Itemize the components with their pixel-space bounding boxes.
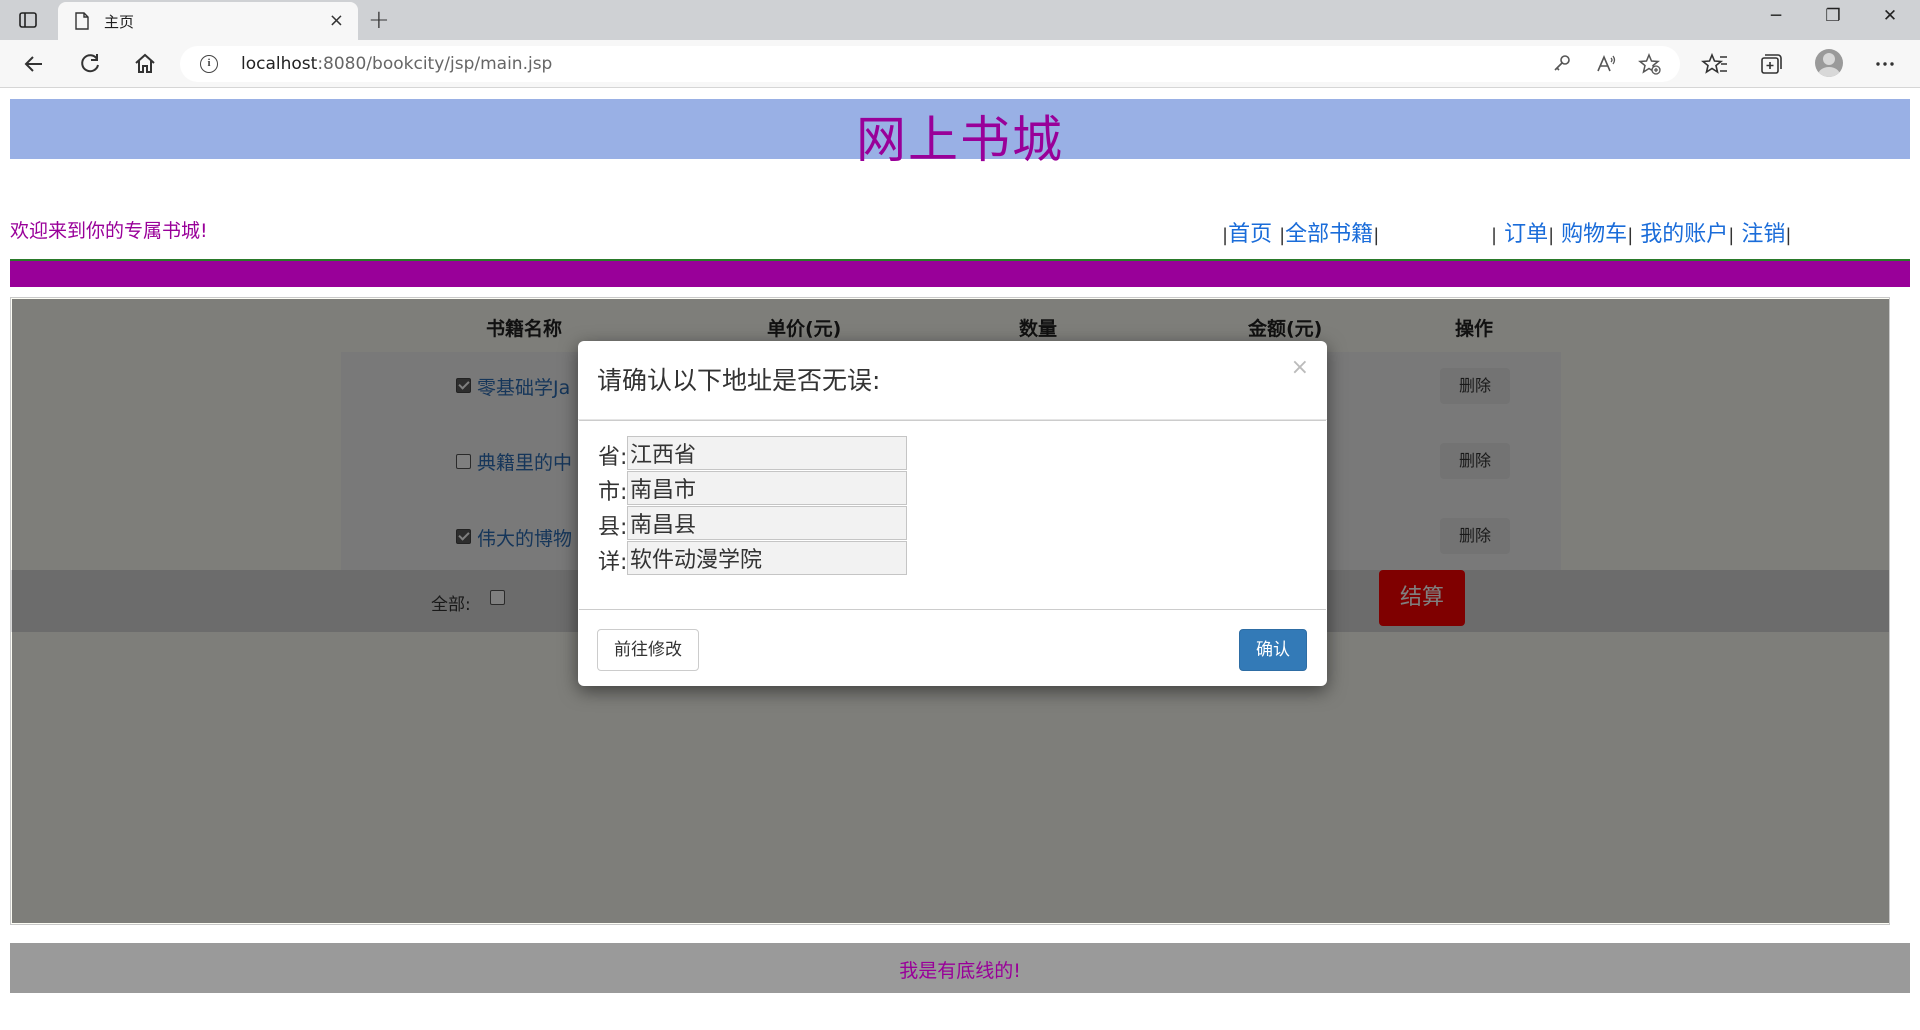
nav-link-cart[interactable]: 购物车 <box>1561 222 1627 247</box>
city-label: 市: <box>598 480 628 505</box>
back-arrow-icon[interactable] <box>20 50 48 78</box>
dialog-body: 省: 市: 县: 详: <box>579 420 1326 610</box>
province-field[interactable] <box>627 436 907 470</box>
nav-link-logout[interactable]: 注销 <box>1741 222 1785 247</box>
edit-address-button[interactable]: 前往修改 <box>597 629 699 671</box>
browser-tab-active[interactable]: 主页 × <box>58 2 358 40</box>
site-info-icon[interactable]: i <box>200 55 218 73</box>
page-content: 网上书城 欢迎来到你的专属书城! |首页 |全部书籍| | 订单| 购物车| 我… <box>0 89 1920 1030</box>
footer-text: 我是有底线的! <box>899 960 1021 982</box>
site-footer: 我是有底线的! <box>10 943 1910 993</box>
profile-avatar[interactable] <box>1815 49 1843 77</box>
new-tab-button[interactable]: + <box>368 5 390 35</box>
nav-separator: | <box>1627 225 1634 246</box>
restore-button[interactable]: ❐ <box>1813 6 1853 34</box>
nav-separator: | <box>1373 225 1380 246</box>
home-icon[interactable] <box>131 50 159 78</box>
collections-icon[interactable] <box>1756 50 1784 78</box>
detail-label: 详: <box>598 550 628 575</box>
tab-title: 主页 <box>104 13 135 31</box>
detail-address-field[interactable] <box>627 541 907 575</box>
url-host: localhost <box>241 54 318 74</box>
browser-tab-bar: 主页 × + ─ ❐ ✕ <box>0 0 1920 40</box>
add-favorite-icon[interactable] <box>1638 52 1662 76</box>
refresh-icon[interactable] <box>76 50 104 78</box>
nav-separator: | <box>1491 225 1498 246</box>
nav-group-primary: |首页 |全部书籍| <box>1222 216 1379 248</box>
province-label: 省: <box>598 445 628 470</box>
site-header: 网上书城 <box>10 99 1910 169</box>
tab-close-icon[interactable]: × <box>329 10 344 31</box>
page-icon <box>75 12 89 30</box>
favorites-icon[interactable] <box>1701 50 1729 78</box>
divider-bar <box>10 259 1910 287</box>
county-label: 县: <box>598 515 628 540</box>
address-confirm-dialog: 请确认以下地址是否无误: × 省: 市: 县: 详: 前往修改 确认 <box>578 341 1327 686</box>
nav-separator: | <box>1785 225 1792 246</box>
nav-separator: | <box>1728 225 1735 246</box>
browser-toolbar: i localhost:8080/bookcity/jsp/main.jsp <box>0 40 1920 88</box>
more-options-icon[interactable] <box>1871 50 1899 78</box>
welcome-text: 欢迎来到你的专属书城! <box>10 220 208 242</box>
confirm-button[interactable]: 确认 <box>1239 629 1307 671</box>
nav-separator: | <box>1548 225 1555 246</box>
nav-link-account[interactable]: 我的账户 <box>1640 222 1728 247</box>
close-window-button[interactable]: ✕ <box>1870 6 1910 34</box>
county-field[interactable] <box>627 506 907 540</box>
key-icon[interactable] <box>1550 52 1574 76</box>
nav-link-orders[interactable]: 订单 <box>1504 222 1548 247</box>
site-title: 网上书城 <box>856 111 1064 169</box>
nav-link-all-books[interactable]: 全部书籍 <box>1285 222 1373 247</box>
nav-link-home[interactable]: 首页 <box>1228 222 1272 247</box>
url-text[interactable]: localhost:8080/bookcity/jsp/main.jsp <box>241 54 552 74</box>
minimize-button[interactable]: ─ <box>1756 6 1796 34</box>
read-aloud-icon[interactable] <box>1594 52 1618 76</box>
url-path: :8080/bookcity/jsp/main.jsp <box>317 54 553 74</box>
dialog-title: 请确认以下地址是否无误: <box>597 366 881 395</box>
tab-actions-icon[interactable] <box>18 10 38 30</box>
address-bar[interactable]: i localhost:8080/bookcity/jsp/main.jsp <box>180 46 1680 82</box>
nav-group-secondary: | 订单| 购物车| 我的账户| 注销| <box>1491 216 1791 248</box>
dialog-close-icon[interactable]: × <box>1291 355 1309 380</box>
city-field[interactable] <box>627 471 907 505</box>
